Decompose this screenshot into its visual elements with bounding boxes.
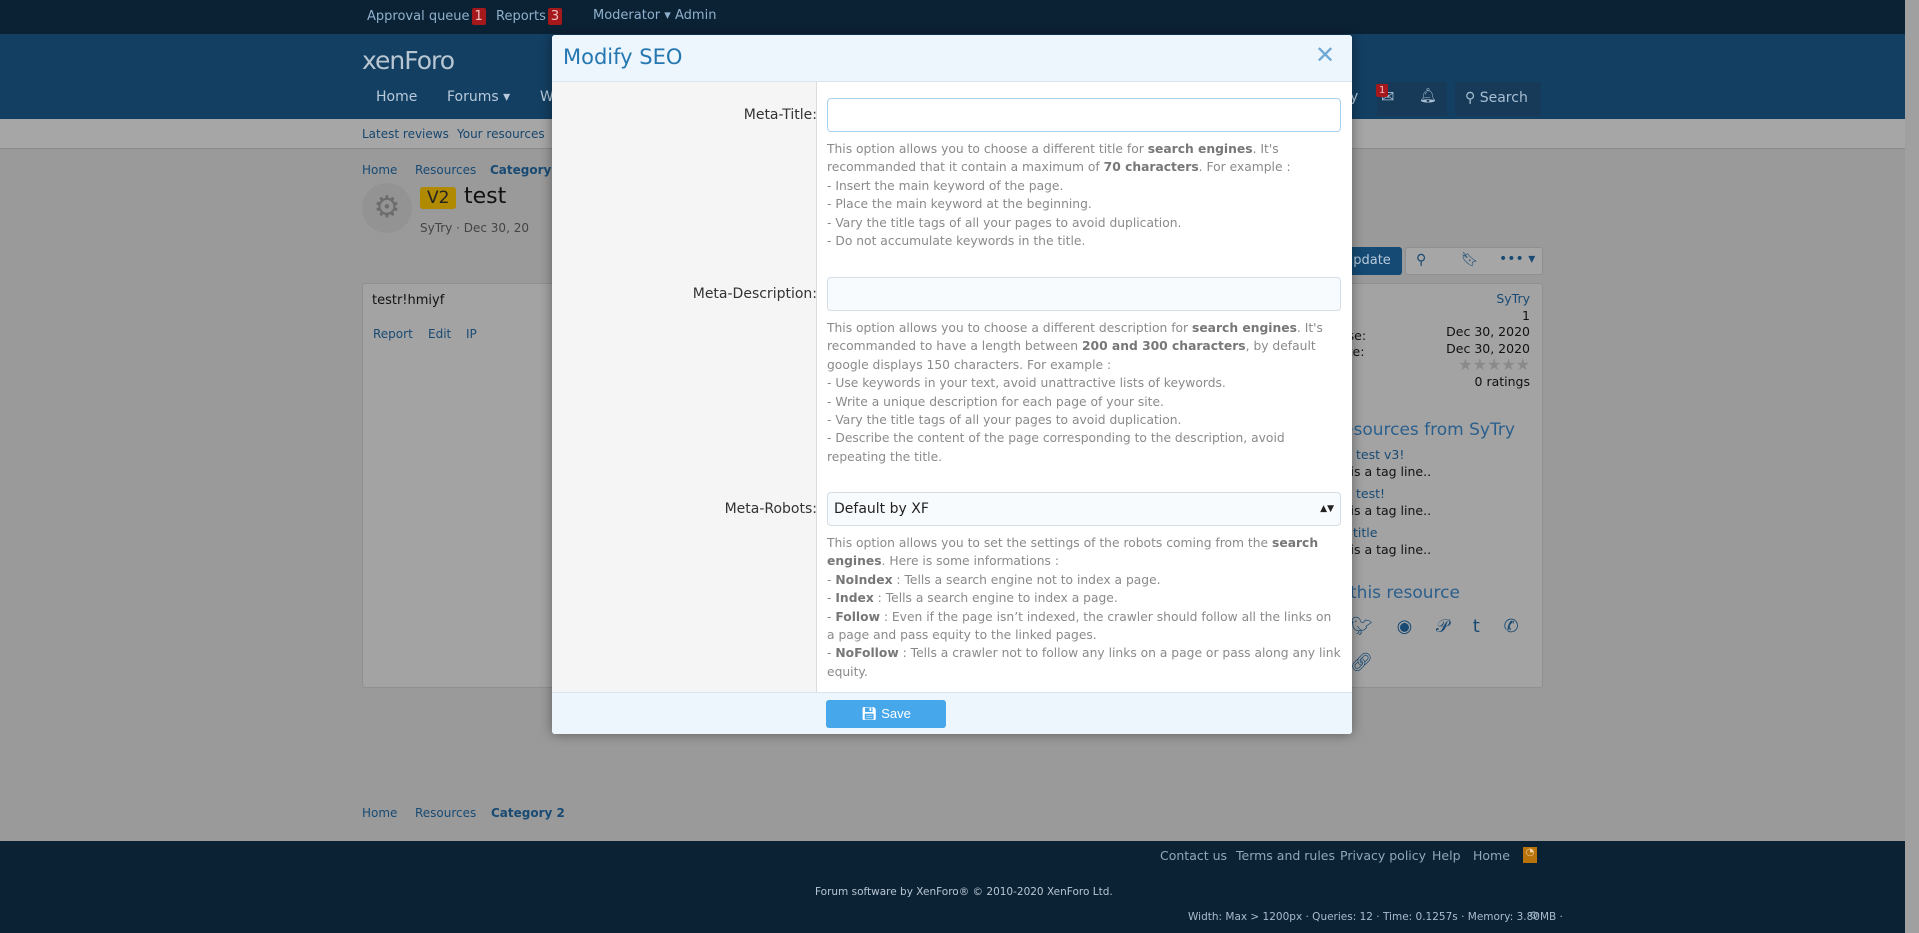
save-button[interactable]: 💾︎ Save (826, 700, 946, 728)
meta-description-label: Meta-Description: (692, 286, 817, 302)
resource-icon: ⚙ (362, 183, 412, 233)
ip-link[interactable]: IP (466, 327, 477, 341)
admin-link[interactable]: Admin (675, 8, 716, 23)
twitter-icon[interactable]: 🐦︎ (1350, 616, 1373, 637)
dialog-footer: 💾︎ Save (552, 692, 1352, 734)
resource-description: testr!hmiyf (372, 293, 445, 308)
reddit-icon[interactable]: ◉ (1397, 616, 1413, 637)
debug-info: Width: Max > 1200px · Queries: 12 · Time… (1188, 911, 1563, 923)
gear-icon[interactable]: ⚙ (1529, 909, 1539, 922)
share-heading: this resource (1350, 583, 1460, 603)
meta-description-help: This option allows you to choose a diffe… (827, 321, 1323, 464)
more-resource-link[interactable]: test v3! (1340, 446, 1431, 463)
meta-title-help: This option allows you to choose a diffe… (827, 142, 1291, 249)
meta-title-input[interactable] (827, 98, 1341, 132)
subnav-your-resources[interactable]: Your resources (457, 127, 545, 141)
site-footer: Contact us Terms and rules Privacy polic… (0, 841, 1919, 933)
save-icon: 💾︎ (861, 706, 878, 721)
subnav-latest-reviews[interactable]: Latest reviews (362, 127, 449, 141)
approval-queue-link[interactable]: Approval queue 1 (367, 8, 486, 25)
nav-forums[interactable]: Forums ▾ (447, 89, 510, 105)
crumb-home[interactable]: Home (362, 163, 397, 177)
report-link[interactable]: Report (373, 327, 413, 341)
rss-icon[interactable]: ◔ (1523, 847, 1537, 863)
whatsapp-icon[interactable]: ✆ (1504, 616, 1519, 637)
bell-icon[interactable]: 🔔︎ (1419, 88, 1437, 104)
resource-meta: SyTry · Dec 30, 20 (420, 221, 529, 235)
tumblr-icon[interactable]: t (1473, 616, 1480, 637)
meta-robots-help: This option allows you to set the settin… (827, 536, 1341, 679)
more-options-icon[interactable]: ••• ▾ (1499, 251, 1535, 267)
ratings-count: 0 ratings (1474, 373, 1530, 389)
modify-seo-dialog: Modify SEO ✕ Meta-Title: This option all… (552, 35, 1352, 734)
first-release: Dec 30, 2020 (1446, 324, 1530, 339)
scrollbar[interactable] (1905, 0, 1919, 933)
footer-terms[interactable]: Terms and rules (1236, 848, 1335, 863)
tag-line: s is a tag line.. (1340, 542, 1432, 557)
footer-help[interactable]: Help (1432, 848, 1461, 863)
more-resource-link[interactable]: title (1340, 524, 1431, 541)
inbox-badge: 1 (1376, 84, 1389, 97)
select-arrows-icon: ▲▼ (1320, 504, 1334, 514)
copyright: Forum software by XenForo® © 2010-2020 X… (815, 886, 1113, 898)
meta-title-label: Meta-Title: (743, 107, 817, 123)
search-icon: ⚲ (1465, 90, 1476, 106)
search-button[interactable]: ⚲ Search (1455, 82, 1541, 116)
close-icon[interactable]: ✕ (1315, 41, 1335, 69)
more-resources-heading: esources from SyTry (1343, 420, 1515, 440)
meta-robots-label: Meta-Robots: (724, 501, 817, 517)
meta-description-input[interactable] (827, 277, 1341, 311)
staff-bar: Approval queue 1 Reports 3 Moderator ▾ Adm… (0, 0, 1919, 34)
nav-home[interactable]: Home (376, 89, 417, 105)
dialog-title: Modify SEO (563, 45, 683, 69)
crumb-category[interactable]: Category 2 (491, 806, 565, 820)
count-badge: 1 (471, 8, 486, 25)
footer-privacy[interactable]: Privacy policy (1340, 848, 1426, 863)
resource-body (362, 283, 562, 688)
prefix-badge: V2 (420, 187, 457, 209)
version: 1 (1522, 307, 1530, 323)
crumb-resources[interactable]: Resources (415, 806, 476, 820)
logo[interactable]: xenForo (362, 46, 455, 75)
tag-line: s is a tag line.. (1340, 464, 1432, 479)
reports-link[interactable]: Reports 3 (496, 8, 563, 25)
link-icon[interactable]: 🔗︎ (1350, 652, 1373, 673)
count-badge: 3 (547, 8, 563, 25)
rating-stars: ★★★★★ (1458, 355, 1530, 374)
tag-line: s is a tag line.. (1340, 503, 1432, 518)
footer-contact[interactable]: Contact us (1160, 848, 1227, 863)
meta-robots-select[interactable]: Default by XF ▲▼ (827, 492, 1341, 526)
search-icon[interactable]: ⚲ (1416, 252, 1426, 268)
footer-home[interactable]: Home (1473, 848, 1510, 863)
author-link[interactable]: SyTry (1340, 291, 1530, 308)
more-resource-link[interactable]: test! (1340, 485, 1431, 502)
edit-link[interactable]: Edit (428, 327, 451, 341)
dialog-header: Modify SEO ✕ (552, 35, 1352, 82)
crumb-home[interactable]: Home (362, 806, 397, 820)
moderator-menu[interactable]: Moderator ▾ (593, 8, 671, 23)
crumb-resources[interactable]: Resources (415, 163, 476, 177)
bookmark-icon[interactable]: 🔖︎ (1461, 252, 1479, 268)
pinterest-icon[interactable]: 𝒫 (1436, 616, 1449, 637)
resource-title: test (464, 184, 507, 209)
